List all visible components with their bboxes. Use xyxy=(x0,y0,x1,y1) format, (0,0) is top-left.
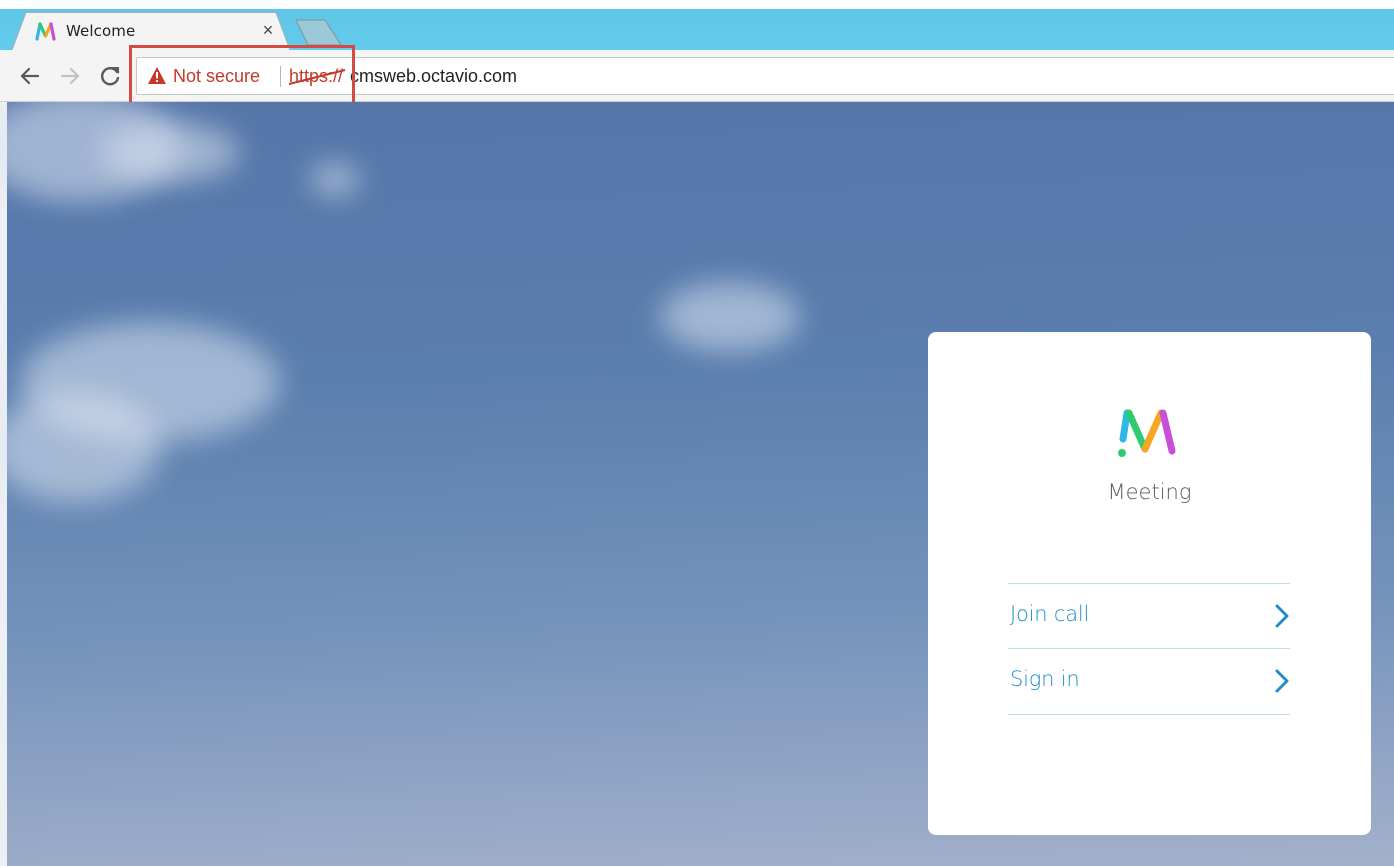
meeting-logo-icon xyxy=(35,22,56,41)
browser-toolbar: Not secure https:// cmsweb.octavio.com xyxy=(0,50,1394,102)
scheme-strikethrough xyxy=(288,69,346,85)
cloud xyxy=(100,122,240,182)
join-call-label: Join call xyxy=(1010,602,1090,626)
close-tab-button[interactable]: × xyxy=(258,19,278,41)
join-call-button[interactable]: Join call xyxy=(1008,584,1290,648)
sign-in-button[interactable]: Sign in xyxy=(1008,649,1290,713)
cloud xyxy=(310,162,360,197)
new-tab-button[interactable] xyxy=(294,17,344,47)
arrow-right-icon xyxy=(60,67,80,85)
arrow-left-icon xyxy=(20,67,40,85)
tab-title: Welcome xyxy=(66,22,136,40)
chevron-right-icon xyxy=(1275,604,1289,628)
forward-button[interactable] xyxy=(57,62,83,90)
warning-triangle-icon xyxy=(148,67,166,84)
address-separator xyxy=(280,66,281,87)
app-name: Meeting xyxy=(1107,480,1192,504)
url-host: cmsweb.octavio.com xyxy=(350,66,518,86)
page-left-edge xyxy=(0,102,7,866)
address-bar[interactable]: Not secure https:// cmsweb.octavio.com xyxy=(136,57,1394,95)
meeting-logo-icon xyxy=(1118,409,1176,457)
cloud xyxy=(0,392,160,502)
page-viewport: Meeting Join call Sign in xyxy=(0,102,1394,866)
reload-button[interactable] xyxy=(97,62,123,90)
security-status[interactable]: Not secure xyxy=(173,66,260,86)
sign-in-label: Sign in xyxy=(1010,667,1080,691)
welcome-card: Meeting Join call Sign in xyxy=(928,332,1371,835)
chevron-right-icon xyxy=(1275,669,1289,693)
menu-divider xyxy=(1008,714,1290,715)
back-button[interactable] xyxy=(17,62,43,90)
tab-strip: Welcome × xyxy=(0,0,1394,50)
cloud xyxy=(660,282,800,352)
